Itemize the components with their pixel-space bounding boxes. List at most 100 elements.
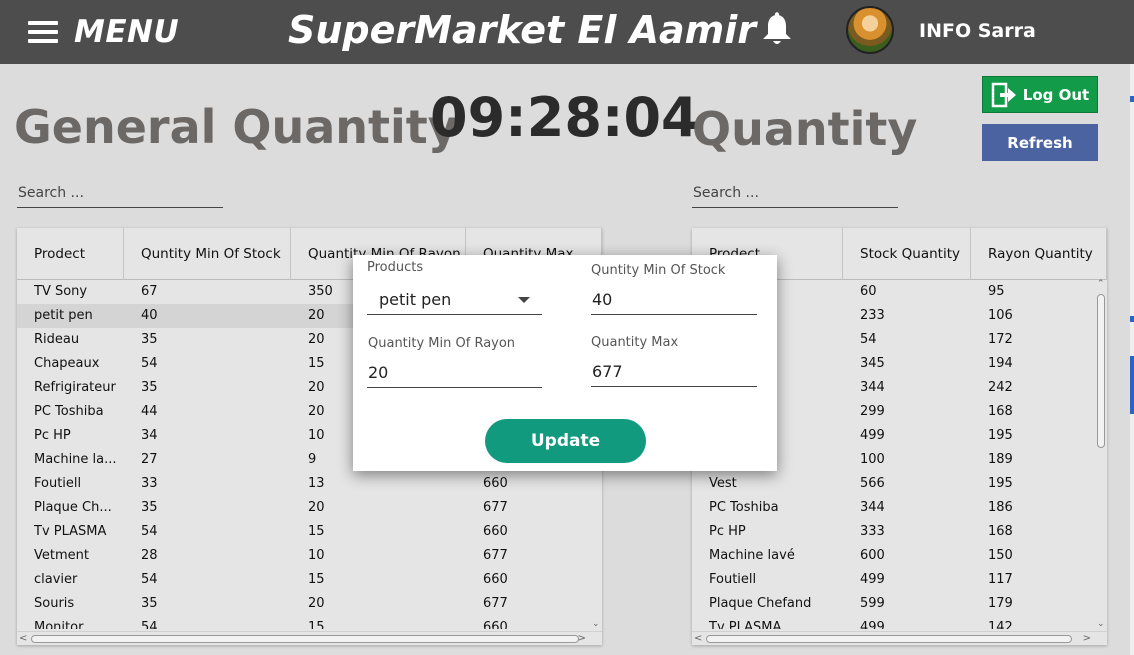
table-cell: 344 (860, 500, 885, 515)
min-stock-input[interactable]: 40 (591, 285, 757, 315)
table-row[interactable]: Tv PLASMA 54 15 660 (17, 520, 602, 544)
table-row[interactable]: Plaque Ch... 35 20 677 (17, 496, 602, 520)
products-select-value: petit pen (379, 290, 452, 309)
window-scrollbar[interactable] (1130, 64, 1134, 655)
column-header[interactable]: Stock Quantity (843, 228, 971, 280)
chevron-down-icon (518, 297, 530, 303)
table-cell: 106 (988, 308, 1013, 323)
table-row[interactable]: Vetment 28 10 677 (17, 544, 602, 568)
table-cell: Vetment (34, 548, 89, 563)
scroll-up-icon[interactable]: ⌃ (1097, 279, 1105, 289)
clock: 09:28:04 (430, 86, 699, 149)
scroll-left-icon[interactable]: < (694, 632, 702, 645)
table-cell: 600 (860, 548, 885, 563)
table-cell: 660 (483, 476, 508, 491)
table-cell: 195 (988, 476, 1013, 491)
table-cell: 33 (141, 476, 158, 491)
table-cell: 34 (141, 428, 158, 443)
vertical-scrollbar[interactable]: ⌃ ⌄ (1095, 279, 1107, 631)
update-button[interactable]: Update (485, 419, 646, 463)
table-cell: 54 (141, 356, 158, 371)
table-cell: 150 (988, 548, 1013, 563)
table-cell: Chapeaux (34, 356, 100, 371)
column-header[interactable]: Prodect (17, 228, 124, 280)
table-cell: Pc HP (34, 428, 71, 443)
table-cell: 142 (988, 620, 1013, 629)
horizontal-scrollbar[interactable]: < > (17, 631, 602, 645)
avatar[interactable] (846, 6, 894, 54)
scrollbar-thumb[interactable] (31, 635, 579, 643)
table-cell: 677 (483, 548, 508, 563)
table-cell: Tv PLASMA (709, 620, 782, 629)
table-row[interactable]: Foutiell 33 13 660 (17, 472, 602, 496)
max-input[interactable]: 677 (591, 357, 757, 387)
table-cell: Monitor (34, 620, 84, 629)
table-cell: 677 (483, 500, 508, 515)
logout-icon (991, 82, 1016, 107)
table-row[interactable]: Foutiell 499 117 (692, 568, 1107, 592)
scroll-down-icon[interactable]: ⌄ (1097, 619, 1105, 629)
scroll-down-icon[interactable]: ⌄ (592, 619, 600, 629)
horizontal-scrollbar[interactable]: < > (692, 631, 1107, 645)
table-cell: 54 (860, 332, 877, 347)
table-row[interactable]: Machine lavé 600 150 (692, 544, 1107, 568)
products-select[interactable]: petit pen (367, 285, 542, 315)
logout-button[interactable]: Log Out (982, 76, 1098, 113)
table-cell: 179 (988, 596, 1013, 611)
table-cell: 186 (988, 500, 1013, 515)
table-row[interactable]: Monitor 54 15 660 (17, 616, 602, 629)
table-row[interactable]: Vest 566 195 (692, 472, 1107, 496)
update-dialog: Products petit pen Quntity Min Of Stock … (353, 255, 777, 471)
table-cell: 40 (141, 308, 158, 323)
table-cell: 95 (988, 284, 1005, 299)
table-cell: 299 (860, 404, 885, 419)
table-cell: PC Toshiba (709, 500, 779, 515)
quantity-search-input[interactable] (692, 178, 898, 208)
min-rayon-input[interactable]: 20 (367, 358, 542, 388)
scroll-right-icon[interactable]: > (1083, 632, 1091, 645)
column-header[interactable]: Quntity Min Of Stock (124, 228, 291, 280)
app-title: SuperMarket El Aamir (288, 8, 757, 52)
table-cell: 499 (860, 620, 885, 629)
min-rayon-label: Quantity Min Of Rayon (368, 336, 516, 351)
user-name: INFO Sarra (919, 20, 1036, 42)
table-cell: Plaque Chefand (709, 596, 812, 611)
menu-label[interactable]: MENU (74, 14, 179, 50)
table-cell: 168 (988, 404, 1013, 419)
table-cell: 35 (141, 380, 158, 395)
table-cell: 44 (141, 404, 158, 419)
table-row[interactable]: Plaque Chefand 599 179 (692, 592, 1107, 616)
table-row[interactable]: Tv PLASMA 499 142 (692, 616, 1107, 629)
table-cell: 499 (860, 428, 885, 443)
table-cell: 15 (308, 572, 325, 587)
column-header[interactable]: Rayon Quantity (971, 228, 1107, 280)
table-cell: 168 (988, 524, 1013, 539)
refresh-button[interactable]: Refresh (982, 124, 1098, 161)
table-cell: 60 (860, 284, 877, 299)
general-search-input[interactable] (17, 178, 223, 208)
table-row[interactable]: clavier 54 15 660 (17, 568, 602, 592)
bell-icon[interactable] (758, 11, 796, 49)
table-row[interactable]: Pc HP 333 168 (692, 520, 1107, 544)
refresh-label: Refresh (1007, 133, 1073, 152)
table-cell: 660 (483, 524, 508, 539)
scrollbar-thumb[interactable] (1097, 294, 1105, 448)
table-cell: 345 (860, 356, 885, 371)
table-cell: 15 (308, 620, 325, 629)
table-cell: 15 (308, 524, 325, 539)
table-row[interactable]: PC Toshiba 344 186 (692, 496, 1107, 520)
table-cell: 54 (141, 524, 158, 539)
hamburger-menu-icon[interactable] (28, 21, 58, 43)
table-cell: 35 (141, 332, 158, 347)
table-row[interactable]: Souris 35 20 677 (17, 592, 602, 616)
table-cell: 67 (141, 284, 158, 299)
scroll-right-icon[interactable]: > (578, 632, 586, 645)
table-cell: 28 (141, 548, 158, 563)
table-cell: 35 (141, 500, 158, 515)
scroll-left-icon[interactable]: < (19, 632, 27, 645)
table-cell: 677 (483, 596, 508, 611)
table-cell: Machine la... (34, 452, 117, 467)
scrollbar-thumb[interactable] (706, 635, 1072, 643)
table-cell: 10 (308, 548, 325, 563)
table-cell: 599 (860, 596, 885, 611)
